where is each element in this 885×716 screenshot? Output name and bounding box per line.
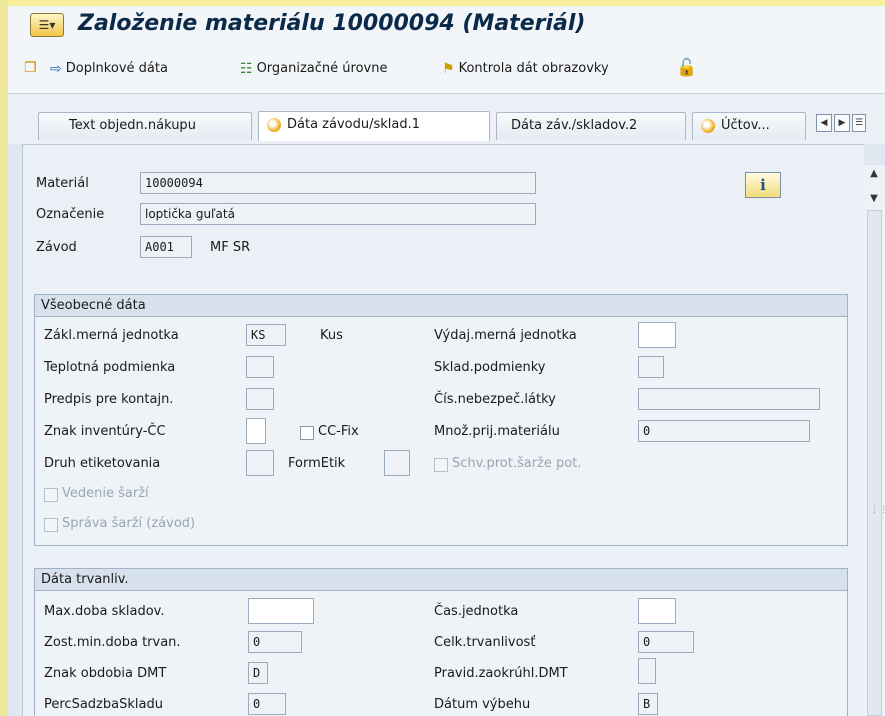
batch-plant-label: Správa šarží (závod) [62, 516, 196, 531]
lock-icon: 🔓 [676, 58, 698, 78]
cc-fix-checkbox[interactable] [300, 426, 314, 440]
plant-label: Závod [36, 240, 77, 255]
tab-label: Dáta závodu/sklad.1 [287, 117, 421, 132]
batch-management-checkbox[interactable] [44, 488, 58, 502]
org-structure-icon: ☷ [240, 60, 253, 77]
tab-label: Dáta záv./skladov.2 [511, 118, 638, 133]
material-label: Materiál [36, 176, 89, 191]
tab-label: Účtov... [721, 118, 770, 133]
cycle-count-label: Znak inventúry-ČC [44, 424, 166, 439]
time-unit-field[interactable] [638, 598, 676, 624]
storage-percentage-field[interactable]: 0 [248, 693, 286, 715]
page-title: Založenie materiálu 10000094 (Materiál) [78, 11, 586, 36]
additional-data-label: Doplnkové dáta [65, 61, 168, 76]
tab-purchase-order-text[interactable]: Text objedn.nákupu [38, 112, 252, 140]
plant-field[interactable]: A001 [140, 236, 192, 258]
create-icon[interactable]: ❐ [24, 61, 37, 75]
vertical-scrollbar[interactable]: ▲ ▼ ⋮⋮ [864, 165, 885, 716]
group-title: Dáta trvanliv. [35, 569, 847, 591]
org-levels-label: Organizačné úrovne [256, 61, 388, 76]
tab-scroll-left-icon[interactable]: ◀ [816, 114, 832, 132]
rounding-rule-field[interactable] [638, 658, 656, 684]
grip-icon: ⋮⋮ [870, 505, 885, 515]
tab-strip: Text objedn.nákupu Dáta závodu/sklad.1 D… [8, 94, 885, 144]
plant-name: MF SR [210, 240, 251, 255]
min-remaining-label: Zost.min.doba trvan. [44, 635, 181, 650]
scroll-up-icon[interactable]: ▲ [868, 168, 880, 180]
scrollbar-thumb[interactable] [867, 210, 882, 716]
label-type-field[interactable] [246, 450, 274, 476]
hazmat-field[interactable] [638, 388, 820, 410]
org-levels-button[interactable]: ☷ Organizačné úrovne [240, 61, 387, 76]
description-field[interactable]: loptička guľatá [140, 203, 536, 225]
info-icon[interactable]: i [745, 172, 781, 198]
rounding-rule-label: Pravid.zaokrúhl.DMT [434, 666, 568, 681]
base-uom-text: Kus [320, 328, 343, 343]
application-toolbar: ❐ ⇨ Doplnkové dáta ☷ Organizačné úrovne … [8, 44, 885, 94]
gr-qty-label: Množ.prij.materiálu [434, 424, 560, 439]
batch-plant-checkbox[interactable] [44, 518, 58, 532]
check-screen-data-button[interactable]: ⚑ Kontrola dát obrazovky [442, 61, 609, 76]
temp-condition-field[interactable] [246, 356, 274, 378]
label-type-label: Druh etiketovania [44, 456, 161, 471]
expiry-date-label: Dátum výbehu [434, 697, 531, 712]
cc-fix-label: CC-Fix [318, 424, 359, 439]
time-unit-label: Čas.jednotka [434, 604, 519, 619]
batch-management-label: Vedenie šarží [62, 486, 149, 501]
plant-data-icon [267, 118, 281, 132]
issue-uom-label: Výdaj.merná jednotka [434, 328, 577, 343]
tab-list-icon[interactable]: ☰ [852, 114, 866, 132]
additional-data-button[interactable]: ⇨ Doplnkové dáta [50, 61, 168, 76]
total-shelf-life-field[interactable]: 0 [638, 631, 694, 653]
period-indicator-label: Znak obdobia DMT [44, 666, 167, 681]
left-strip [0, 0, 8, 716]
hazmat-label: Čís.nebezpeč.látky [434, 392, 556, 407]
group-title: Všeobecné dáta [35, 295, 847, 317]
arrow-right-icon: ⇨ [50, 60, 62, 77]
label-form-field[interactable] [384, 450, 410, 476]
check-screen-data-label: Kontrola dát obrazovky [458, 61, 609, 76]
container-req-label: Predpis pre kontajn. [44, 392, 174, 407]
menu-icon[interactable]: ☰▾ [30, 13, 64, 37]
check-data-icon: ⚑ [442, 60, 455, 77]
material-field[interactable]: 10000094 [140, 172, 536, 194]
batch-approval-checkbox[interactable] [434, 458, 448, 472]
tab-label: Text objedn.nákupu [69, 118, 196, 133]
tab-plant-storage-2[interactable]: Dáta záv./skladov.2 [496, 112, 686, 140]
accounting-icon [701, 119, 715, 133]
base-uom-field[interactable]: KS [246, 324, 286, 346]
scroll-down-icon[interactable]: ▼ [868, 193, 880, 205]
lock-button[interactable]: 🔓 [676, 58, 698, 78]
min-remaining-field[interactable]: 0 [248, 631, 302, 653]
period-indicator-field[interactable]: D [248, 662, 268, 684]
storage-condition-label: Sklad.podmienky [434, 360, 546, 375]
tab-plant-storage-1[interactable]: Dáta závodu/sklad.1 [258, 111, 490, 141]
tab-accounting[interactable]: Účtov... [692, 112, 806, 140]
storage-condition-field[interactable] [638, 356, 664, 378]
issue-uom-field[interactable] [638, 322, 676, 348]
gr-qty-field[interactable]: 0 [638, 420, 810, 442]
container-req-field[interactable] [246, 388, 274, 410]
tab-scroll-right-icon[interactable]: ▶ [834, 114, 850, 132]
total-shelf-life-label: Celk.trvanlivosť [434, 635, 536, 650]
description-label: Označenie [36, 207, 105, 222]
max-storage-label: Max.doba skladov. [44, 604, 165, 619]
title-bar: ☰▾ Založenie materiálu 10000094 (Materiá… [8, 6, 885, 44]
max-storage-field[interactable] [248, 598, 314, 624]
expiry-date-field[interactable]: B [638, 693, 658, 715]
storage-percentage-label: PercSadzbaSkladu [44, 697, 163, 712]
batch-approval-label: Schv.prot.šarže pot. [452, 456, 582, 471]
temp-condition-label: Teplotná podmienka [44, 360, 176, 375]
cycle-count-field[interactable] [246, 418, 266, 444]
label-form-label: FormEtik [288, 456, 346, 471]
base-uom-label: Zákl.merná jednotka [44, 328, 179, 343]
